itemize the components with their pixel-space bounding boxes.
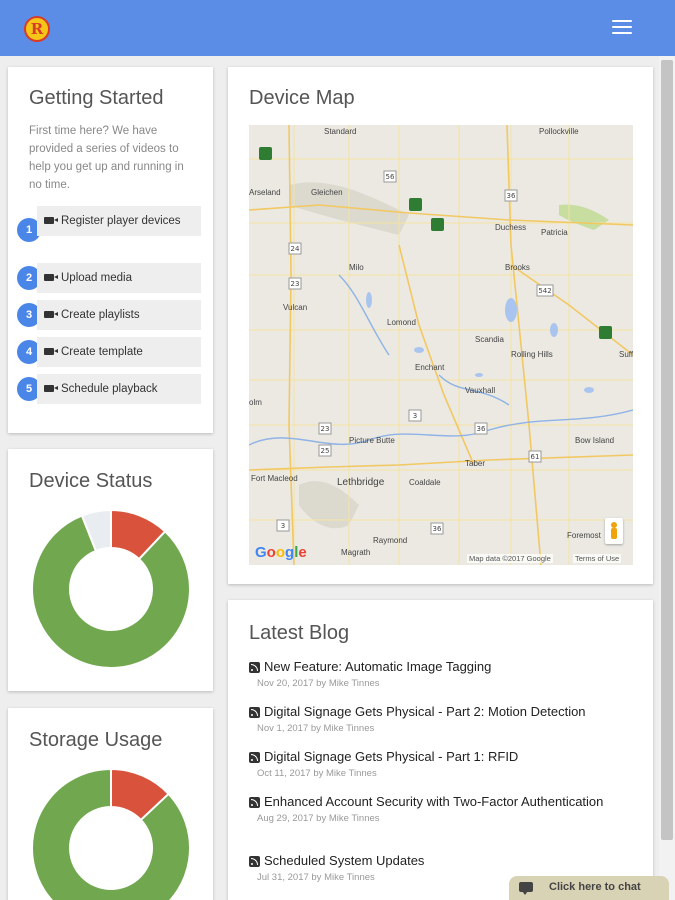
blog-post-meta: Nov 1, 2017 by Mike Tinnes	[257, 723, 375, 734]
map-data-attribution: Map data ©2017 Google	[467, 554, 553, 563]
terms-of-use-link[interactable]: Terms of Use	[573, 554, 622, 563]
video-camera-icon	[44, 385, 58, 392]
rss-icon	[249, 752, 260, 763]
blog-post-title-link[interactable]: Enhanced Account Security with Two-Facto…	[249, 795, 619, 809]
town-label: Gleichen	[311, 188, 343, 197]
town-label: Bow Island	[575, 436, 615, 445]
video-camera-icon	[44, 217, 58, 224]
blog-post-meta: Oct 11, 2017 by Mike Tinnes	[257, 768, 377, 779]
svg-text:24: 24	[291, 245, 300, 253]
step-label: Register player devices	[61, 215, 181, 227]
town-label: Pollockville	[539, 127, 579, 136]
town-label: Suff	[619, 350, 633, 359]
svg-text:23: 23	[291, 280, 300, 288]
blog-post-title-link[interactable]: New Feature: Automatic Image Tagging	[249, 660, 619, 674]
rss-icon	[249, 707, 260, 718]
blog-post: Enhanced Account Security with Two-Facto…	[249, 795, 619, 824]
blog-post: New Feature: Automatic Image Tagging Nov…	[249, 660, 619, 689]
svg-text:36: 36	[477, 425, 486, 433]
town-label: Foremost	[567, 531, 601, 540]
device-map[interactable]: 56 36 24 23 542 3 36 23 25 3 61 36 Stand…	[249, 125, 633, 565]
svg-text:56: 56	[386, 173, 395, 181]
town-label: Picture Butte	[349, 436, 395, 445]
svg-text:25: 25	[321, 447, 330, 455]
blog-post: Digital Signage Gets Physical - Part 2: …	[249, 705, 619, 734]
blog-post-title-link[interactable]: Digital Signage Gets Physical - Part 2: …	[249, 705, 619, 719]
town-label: Brooks	[505, 263, 530, 272]
blog-post-meta: Aug 29, 2017 by Mike Tinnes	[257, 813, 380, 824]
device-map-card: Device Map 56 36 24 23 542 3 36 23 25 3 …	[228, 67, 653, 584]
video-camera-icon	[44, 348, 58, 355]
street-view-pegman-icon[interactable]	[605, 518, 623, 544]
upload-media-button[interactable]: Upload media	[37, 263, 201, 293]
svg-text:23: 23	[321, 425, 330, 433]
step-label: Schedule playback	[61, 383, 158, 395]
storage-usage-slice-1[interactable]	[31, 768, 191, 900]
town-label: Standard	[324, 127, 357, 136]
storage-usage-donut-chart	[31, 768, 191, 900]
town-label: Vauxhall	[465, 386, 496, 395]
step-label: Upload media	[61, 272, 132, 284]
town-label: Enchant	[415, 363, 445, 372]
video-camera-icon	[44, 311, 58, 318]
town-label: Raymond	[373, 536, 408, 545]
town-label: Lethbridge	[337, 477, 385, 488]
step-label: Create template	[61, 346, 143, 358]
create-template-button[interactable]: Create template	[37, 337, 201, 367]
register-player-devices-button[interactable]: Register player devices	[37, 206, 201, 236]
town-label: Lomond	[387, 318, 416, 327]
svg-text:3: 3	[413, 412, 417, 420]
blog-post-title-link[interactable]: Digital Signage Gets Physical - Part 1: …	[249, 750, 619, 764]
blog-post-title-link[interactable]: Scheduled System Updates	[249, 854, 619, 868]
town-label: Scandia	[475, 335, 504, 344]
map-canvas: 56 36 24 23 542 3 36 23 25 3 61 36	[249, 125, 633, 565]
town-label: olm	[249, 398, 262, 407]
town-label: Arseland	[249, 188, 281, 197]
svg-text:36: 36	[507, 192, 516, 200]
chat-label: Click here to chat	[549, 881, 641, 893]
top-app-bar: R	[0, 0, 675, 56]
video-camera-icon	[44, 274, 58, 281]
blog-post: Digital Signage Gets Physical - Part 1: …	[249, 750, 619, 779]
google-logo: Google	[255, 544, 307, 561]
schedule-playback-button[interactable]: Schedule playback	[37, 374, 201, 404]
town-label: Coaldale	[409, 478, 441, 487]
svg-text:61: 61	[531, 453, 540, 461]
rss-icon	[249, 797, 260, 808]
storage-usage-card: Storage Usage	[8, 708, 213, 900]
rss-icon	[249, 856, 260, 867]
blog-post-meta: Nov 20, 2017 by Mike Tinnes	[257, 678, 380, 689]
town-label: Vulcan	[283, 303, 308, 312]
device-status-card: Device Status	[8, 449, 213, 691]
town-label: Taber	[465, 459, 486, 468]
town-label: Magrath	[341, 548, 371, 557]
chat-bubble-icon	[519, 882, 533, 895]
latest-blog-title: Latest Blog	[249, 622, 350, 644]
svg-text:542: 542	[538, 287, 551, 295]
town-label: Fort Macleod	[251, 474, 298, 483]
getting-started-description: First time here? We have provided a seri…	[29, 125, 184, 191]
step-label: Create playlists	[61, 309, 140, 321]
town-label: Patricia	[541, 228, 568, 237]
storage-usage-title: Storage Usage	[29, 729, 163, 751]
app-logo[interactable]: R	[24, 16, 50, 42]
chat-widget-button[interactable]: Click here to chat	[509, 876, 669, 900]
device-status-title: Device Status	[29, 470, 153, 492]
getting-started-card: Getting Started First time here? We have…	[8, 67, 213, 433]
town-label: Duchess	[495, 223, 527, 232]
create-playlists-button[interactable]: Create playlists	[37, 300, 201, 330]
hamburger-menu-icon[interactable]	[612, 20, 632, 36]
scrollbar-thumb[interactable]	[661, 60, 673, 840]
rss-icon	[249, 662, 260, 673]
device-map-title: Device Map	[249, 87, 355, 109]
getting-started-title: Getting Started	[29, 87, 164, 109]
town-label: Rolling Hills	[511, 350, 553, 359]
town-label: Milo	[349, 263, 364, 272]
svg-text:3: 3	[281, 522, 285, 530]
latest-blog-card: Latest Blog New Feature: Automatic Image…	[228, 600, 653, 900]
svg-text:36: 36	[433, 525, 442, 533]
device-status-donut-chart	[31, 509, 191, 669]
